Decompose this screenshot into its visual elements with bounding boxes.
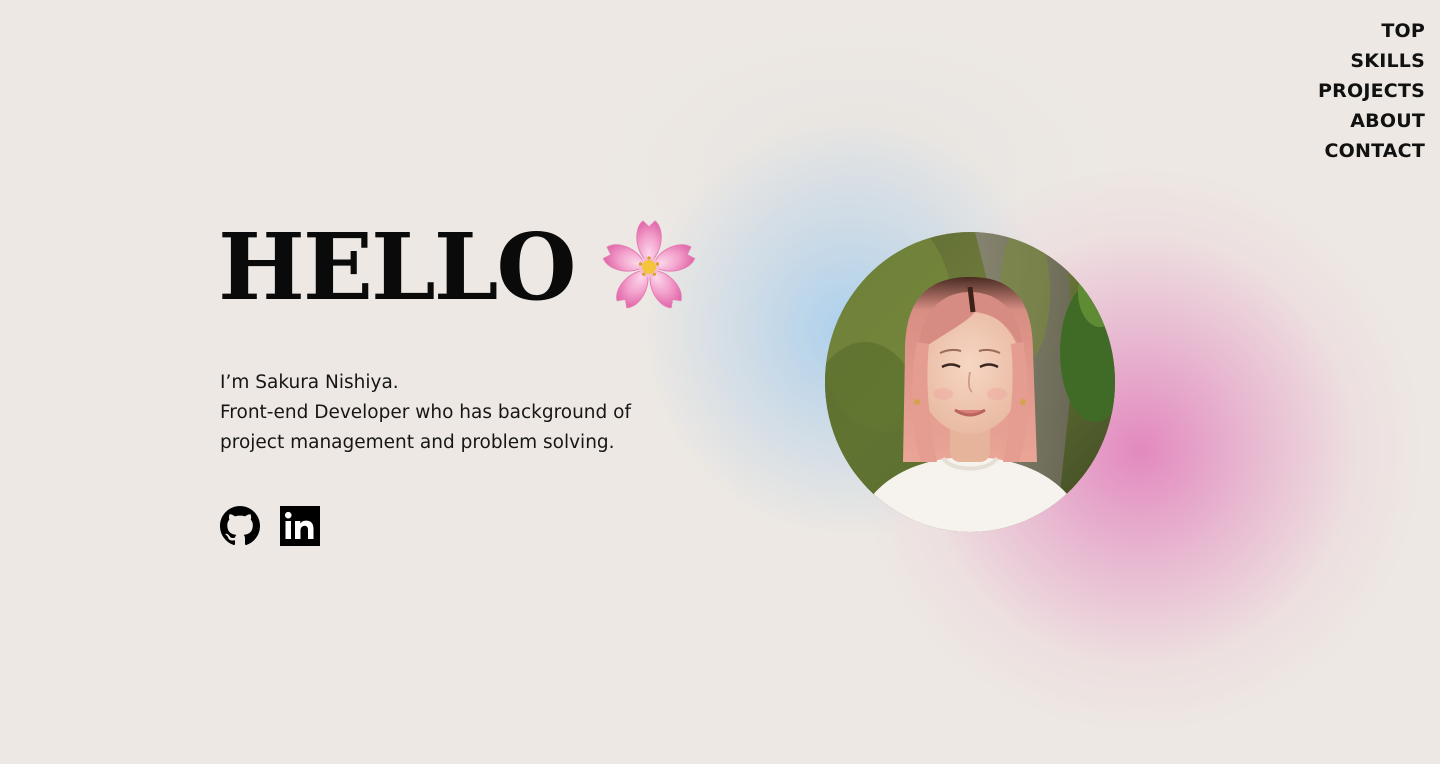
nav-item-projects[interactable]: PROJECTS [1318, 76, 1425, 106]
hero-heading: HELLO [218, 213, 577, 321]
profile-photo [825, 232, 1115, 532]
linkedin-icon [280, 506, 320, 546]
nav-item-about[interactable]: ABOUT [1350, 106, 1425, 136]
intro-description: Front-end Developer who has background o… [220, 402, 631, 453]
github-link[interactable] [220, 506, 260, 546]
nav-item-contact[interactable]: CONTACT [1325, 136, 1426, 166]
hero-title: HELLO [218, 212, 699, 322]
intro-name: I’m Sakura Nishiya. [220, 372, 399, 393]
intro-text: I’m Sakura Nishiya. Front-end Developer … [220, 368, 700, 458]
nav-item-top[interactable]: TOP [1381, 16, 1425, 46]
nav-item-skills[interactable]: SKILLS [1350, 46, 1425, 76]
main-nav: TOP SKILLS PROJECTS ABOUT CONTACT [1318, 16, 1425, 166]
linkedin-link[interactable] [280, 506, 320, 546]
profile-photo-illustration [825, 232, 1115, 532]
cherry-blossom-icon [602, 220, 695, 309]
github-icon [220, 506, 260, 546]
social-links [220, 506, 320, 546]
page: TOP SKILLS PROJECTS ABOUT CONTACT HELLO [0, 0, 1440, 764]
